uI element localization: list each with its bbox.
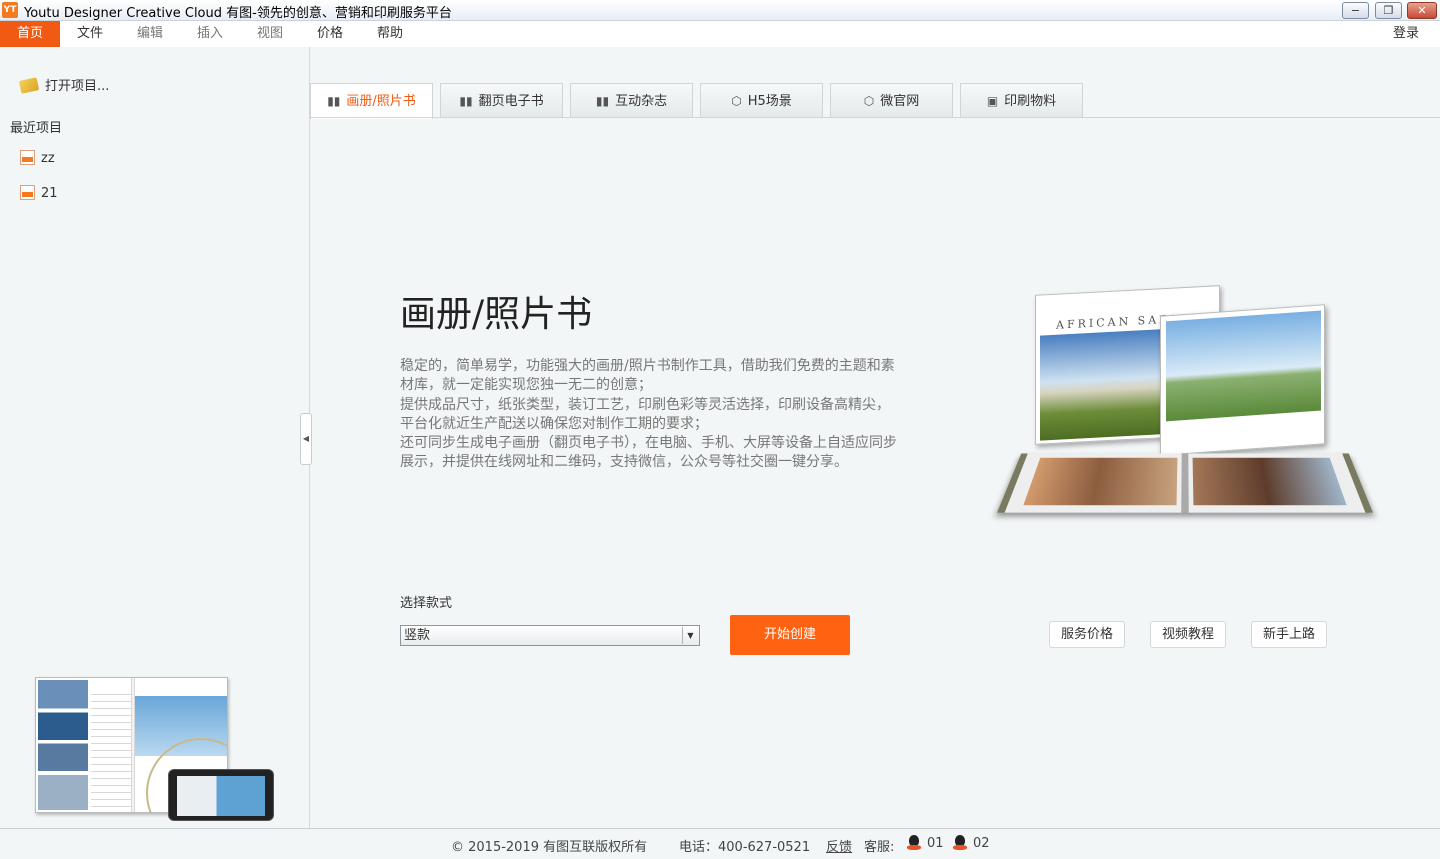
service-price-button[interactable]: 服务价格	[1049, 621, 1125, 648]
recent-project-item[interactable]: zz	[20, 150, 55, 166]
style-select[interactable]: 竖款 ▼	[400, 625, 700, 646]
service-1-link[interactable]: 01	[927, 836, 944, 851]
tab-flipbook[interactable]: ▮▮ 翻页电子书	[440, 83, 563, 118]
tab-label: H5场景	[747, 94, 792, 109]
qq-icon[interactable]	[953, 835, 967, 851]
tab-magazine[interactable]: ▮▮ 互动杂志	[570, 83, 693, 118]
page-title: 画册/照片书	[400, 294, 593, 335]
tab-label: 画册/照片书	[346, 94, 416, 109]
book-cover-front	[1160, 304, 1325, 456]
recent-project-item[interactable]: 21	[20, 185, 58, 201]
menu-price[interactable]: 价格	[300, 21, 360, 47]
footer: © 2015-2019 有图互联版权所有 电话：400-627-0521 反馈 …	[0, 829, 1440, 859]
recent-projects-title: 最近项目	[10, 121, 63, 136]
book-icon: ▮▮	[459, 94, 473, 108]
style-select-label: 选择款式	[400, 596, 453, 611]
print-icon: ▣	[986, 94, 999, 108]
app-logo-icon: YT	[2, 2, 18, 18]
tab-label: 印刷物料	[1004, 94, 1057, 109]
description-paragraph: 稳定的，简单易学，功能强大的画册/照片书制作工具，借助我们免费的主题和素材库，就…	[400, 358, 895, 394]
tab-h5-scene[interactable]: ⬡ H5场景	[700, 83, 823, 118]
photo-book-image: AFRICAN SAFARI	[997, 285, 1373, 520]
open-photo-book	[997, 453, 1373, 513]
tab-label: 微官网	[880, 94, 920, 109]
menu-home[interactable]: 首页	[0, 21, 60, 47]
sidebar: 打开项目... 最近项目 zz 21	[0, 47, 310, 828]
qq-icon[interactable]	[907, 835, 921, 851]
tab-micro-site[interactable]: ⬡ 微官网	[830, 83, 953, 118]
login-button[interactable]: 登录	[1380, 21, 1432, 47]
chevron-down-icon[interactable]: ▼	[682, 627, 698, 644]
open-project-label: 打开项目...	[45, 79, 110, 94]
start-create-button[interactable]: 开始创建	[730, 615, 850, 655]
title-bar: YT Youtu Designer Creative Cloud 有图-领先的创…	[0, 0, 1440, 21]
menu-insert[interactable]: 插入	[180, 21, 240, 47]
close-button[interactable]: ✕	[1407, 2, 1437, 19]
tab-label: 互动杂志	[615, 94, 668, 109]
phone-text: 电话：400-627-0521	[679, 840, 811, 855]
menu-help[interactable]: 帮助	[360, 21, 420, 47]
feedback-link[interactable]: 反馈	[826, 836, 852, 855]
project-file-icon	[20, 185, 35, 200]
product-description: 稳定的，简单易学，功能强大的画册/照片书制作工具，借助我们免费的主题和素材库，就…	[400, 357, 900, 473]
html5-icon: ⬡	[731, 94, 742, 108]
folder-icon	[18, 77, 40, 94]
book-icon: ▮▮	[327, 94, 341, 108]
minimize-button[interactable]: −	[1342, 2, 1369, 19]
tab-print-materials[interactable]: ▣ 印刷物料	[960, 83, 1083, 118]
promo-phone	[168, 769, 274, 821]
service-2-link[interactable]: 02	[973, 836, 990, 851]
project-file-icon	[20, 150, 35, 165]
beginner-guide-button[interactable]: 新手上路	[1251, 621, 1327, 648]
collapse-sidebar-handle[interactable]: ◀	[300, 413, 312, 465]
tab-divider	[310, 117, 1440, 118]
recent-project-label: zz	[41, 151, 55, 166]
menu-file[interactable]: 文件	[60, 21, 120, 47]
tab-label: 翻页电子书	[478, 94, 544, 109]
book-icon: ▮▮	[595, 94, 610, 108]
video-tutorial-button[interactable]: 视频教程	[1150, 621, 1226, 648]
restore-button[interactable]: ❐	[1375, 2, 1402, 19]
description-paragraph: 提供成品尺寸，纸张类型，装订工艺，印刷色彩等灵活选择，印刷设备高精尖，平台化就近…	[400, 396, 890, 432]
window-title: Youtu Designer Creative Cloud 有图-领先的创意、营…	[24, 6, 452, 21]
promo-image	[35, 677, 275, 823]
copyright-text: © 2015-2019 有图互联版权所有	[451, 840, 648, 855]
tab-photo-album[interactable]: ▮▮ 画册/照片书	[310, 83, 433, 119]
menu-bar: 首页 文件 编辑 插入 视图 价格 帮助 登录	[0, 21, 1440, 47]
recent-project-label: 21	[41, 186, 58, 201]
menu-view[interactable]: 视图	[240, 21, 300, 47]
service-label: 客服:	[864, 840, 895, 855]
description-paragraph: 还可同步生成电子画册（翻页电子书），在电脑、手机、大屏等设备上自适应同步展示，并…	[400, 435, 897, 471]
style-select-value: 竖款	[404, 628, 431, 643]
open-project-button[interactable]: 打开项目...	[18, 75, 110, 94]
menu-edit[interactable]: 编辑	[120, 21, 180, 47]
html5-icon: ⬡	[863, 94, 875, 108]
